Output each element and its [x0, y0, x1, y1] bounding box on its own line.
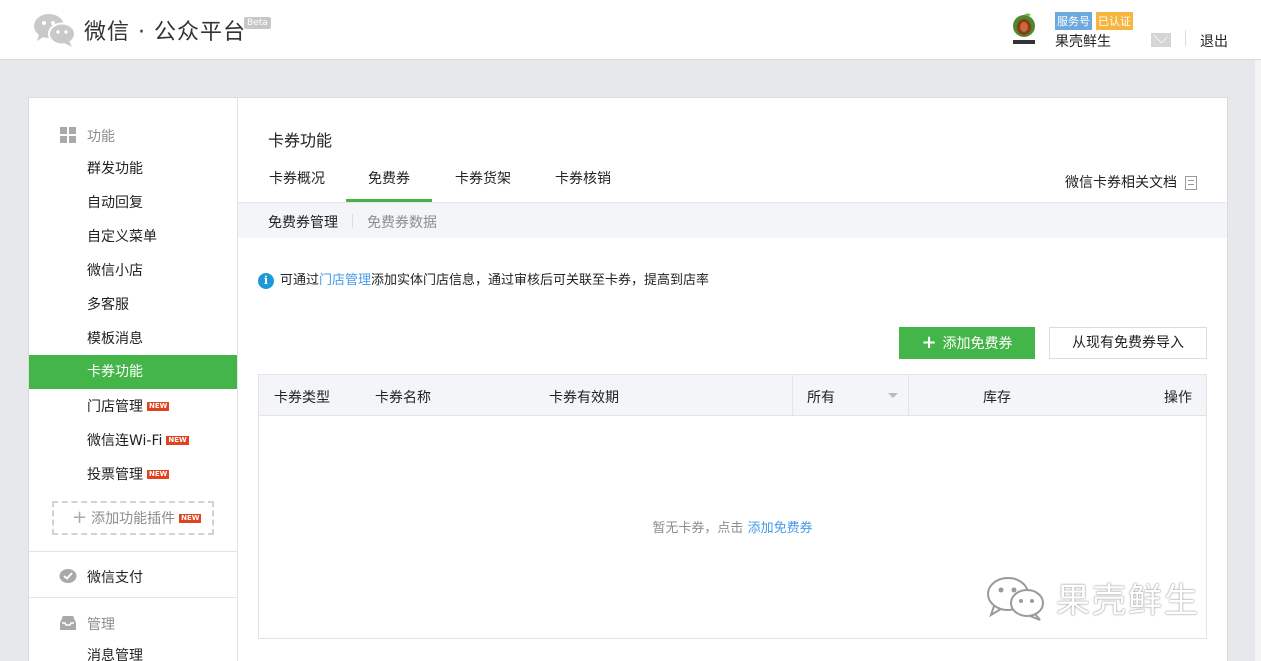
table-header: 卡券类型 卡券名称 卡券有效期 所有 库存 操作 [259, 375, 1206, 416]
top-header: 微信 · 公众平台 Beta 服务号 已认证 果壳鲜生 退出 [0, 0, 1261, 60]
new-badge: NEW [147, 469, 170, 479]
inbox-icon [60, 616, 76, 630]
column-header-name: 卡券名称 [375, 390, 431, 406]
empty-text: 暂无卡券，点击 [652, 521, 744, 536]
logout-link[interactable]: 退出 [1200, 31, 1228, 51]
tab-free-coupons[interactable]: 免费券 [346, 168, 432, 202]
new-badge: NEW [179, 513, 202, 523]
sidebar-divider [29, 597, 237, 598]
new-badge: NEW [147, 401, 170, 411]
watermark-text: 果壳鲜生 [1056, 581, 1200, 621]
sidebar-item-coupons[interactable]: 卡券功能 [29, 355, 237, 389]
sidebar: 功能 群发功能 自动回复 自定义菜单 微信小店 多客服 模板消息 卡券功能 门店… [29, 98, 238, 661]
sidebar-item-voting[interactable]: 投票管理 NEW [29, 458, 237, 492]
plus-icon: + [72, 507, 88, 528]
verified-badge: 已认证 [1096, 12, 1133, 30]
tab-coupon-redeem[interactable]: 卡券核销 [554, 168, 612, 202]
empty-state: 暂无卡券，点击 添加免费券 [259, 517, 1206, 536]
add-button-label: 添加免费券 [942, 336, 1013, 352]
docs-link-label: 微信卡券相关文档 [1065, 175, 1177, 191]
account-name[interactable]: 果壳鲜生 [1055, 31, 1111, 51]
tab-coupon-shelf[interactable]: 卡券货架 [454, 168, 512, 202]
sub-tab-bar: 免费券管理 免费券数据 [238, 202, 1227, 238]
platform-title: 微信 · 公众平台 [84, 20, 246, 45]
sidebar-item-label: 消息管理 [87, 648, 143, 661]
sidebar-item-label: 自动回复 [87, 195, 143, 211]
sidebar-item-customer-service[interactable]: 多客服 [29, 288, 237, 322]
page-title: 卡券功能 [268, 131, 333, 150]
tab-overview[interactable]: 卡券概况 [268, 168, 326, 202]
sidebar-section-manage: 管理 [29, 608, 237, 638]
sidebar-item-label: 微信连Wi-Fi [87, 433, 163, 449]
subtab-free-coupon-management[interactable]: 免费券管理 [268, 212, 338, 232]
sidebar-item-label: 卡券功能 [87, 364, 143, 380]
store-notice: i 可通过门店管理添加实体门店信息，通过审核后可关联至卡券，提高到店率 [258, 269, 709, 289]
mail-icon[interactable] [1151, 33, 1171, 47]
sidebar-item-wechat-shop[interactable]: 微信小店 [29, 254, 237, 288]
watermark: 果壳鲜生 [984, 571, 1234, 621]
sidebar-section-label: 功能 [87, 129, 115, 145]
document-icon [1185, 176, 1197, 190]
column-header-validity: 卡券有效期 [549, 390, 619, 406]
info-icon: i [258, 272, 274, 289]
beta-badge: Beta [244, 17, 271, 29]
page-scrollbar[interactable] [1255, 60, 1261, 661]
sidebar-item-template-message[interactable]: 模板消息 [29, 322, 237, 356]
subtab-divider [352, 214, 353, 228]
sidebar-section-label: 微信支付 [87, 570, 143, 586]
sidebar-item-message-management[interactable]: 消息管理 [29, 639, 237, 661]
notice-text: 添加实体门店信息，通过审核后可关联至卡券，提高到店率 [371, 273, 710, 288]
account-type-badge: 服务号 [1055, 12, 1092, 30]
status-filter-select[interactable]: 所有 [792, 375, 909, 415]
sidebar-divider [29, 551, 237, 552]
add-free-coupon-button[interactable]: + 添加免费券 [899, 327, 1035, 359]
sidebar-item-label: 自定义菜单 [87, 229, 157, 245]
sidebar-item-custom-menu[interactable]: 自定义菜单 [29, 220, 237, 254]
wechat-watermark-icon [987, 577, 1044, 621]
sidebar-item-label: 模板消息 [87, 331, 143, 347]
plus-icon: + [921, 332, 937, 353]
column-header-stock: 库存 [983, 390, 1011, 406]
sidebar-item-label: 微信小店 [87, 263, 143, 279]
store-management-link[interactable]: 门店管理 [319, 273, 371, 288]
account-avatar[interactable] [1010, 12, 1038, 48]
sidebar-item-store-management[interactable]: 门店管理 NEW [29, 390, 237, 424]
notice-text: 可通过 [280, 273, 320, 288]
caret-down-icon [888, 393, 898, 398]
column-header-actions: 操作 [1164, 390, 1192, 406]
sidebar-section-pay[interactable]: 微信支付 [29, 561, 237, 591]
sidebar-section-label: 管理 [87, 617, 115, 633]
sidebar-item-label: 群发功能 [87, 161, 143, 177]
wechat-pay-icon [59, 569, 77, 583]
wechat-logo-icon [34, 14, 76, 47]
add-plugin-button[interactable]: + 添加功能插件 NEW [52, 501, 214, 535]
sidebar-item-label: 多客服 [87, 297, 129, 313]
docs-link[interactable]: 微信卡券相关文档 [1065, 172, 1197, 192]
column-header-type: 卡券类型 [274, 390, 330, 406]
filter-value: 所有 [807, 390, 835, 406]
sidebar-item-wifi[interactable]: 微信连Wi-Fi NEW [29, 424, 237, 458]
add-plugin-label: 添加功能插件 [91, 511, 176, 527]
subtab-free-coupon-data[interactable]: 免费券数据 [367, 212, 437, 232]
sidebar-item-auto-reply[interactable]: 自动回复 [29, 186, 237, 220]
sidebar-section-function: 功能 [29, 120, 237, 150]
import-coupon-button[interactable]: 从现有免费券导入 [1049, 327, 1207, 359]
grid-icon [60, 127, 76, 143]
sidebar-item-mass-send[interactable]: 群发功能 [29, 152, 237, 186]
header-divider [1185, 30, 1186, 46]
empty-add-coupon-link[interactable]: 添加免费券 [748, 521, 813, 536]
sidebar-item-label: 门店管理 [87, 399, 143, 415]
new-badge: NEW [166, 435, 189, 445]
sidebar-item-label: 投票管理 [87, 467, 143, 483]
